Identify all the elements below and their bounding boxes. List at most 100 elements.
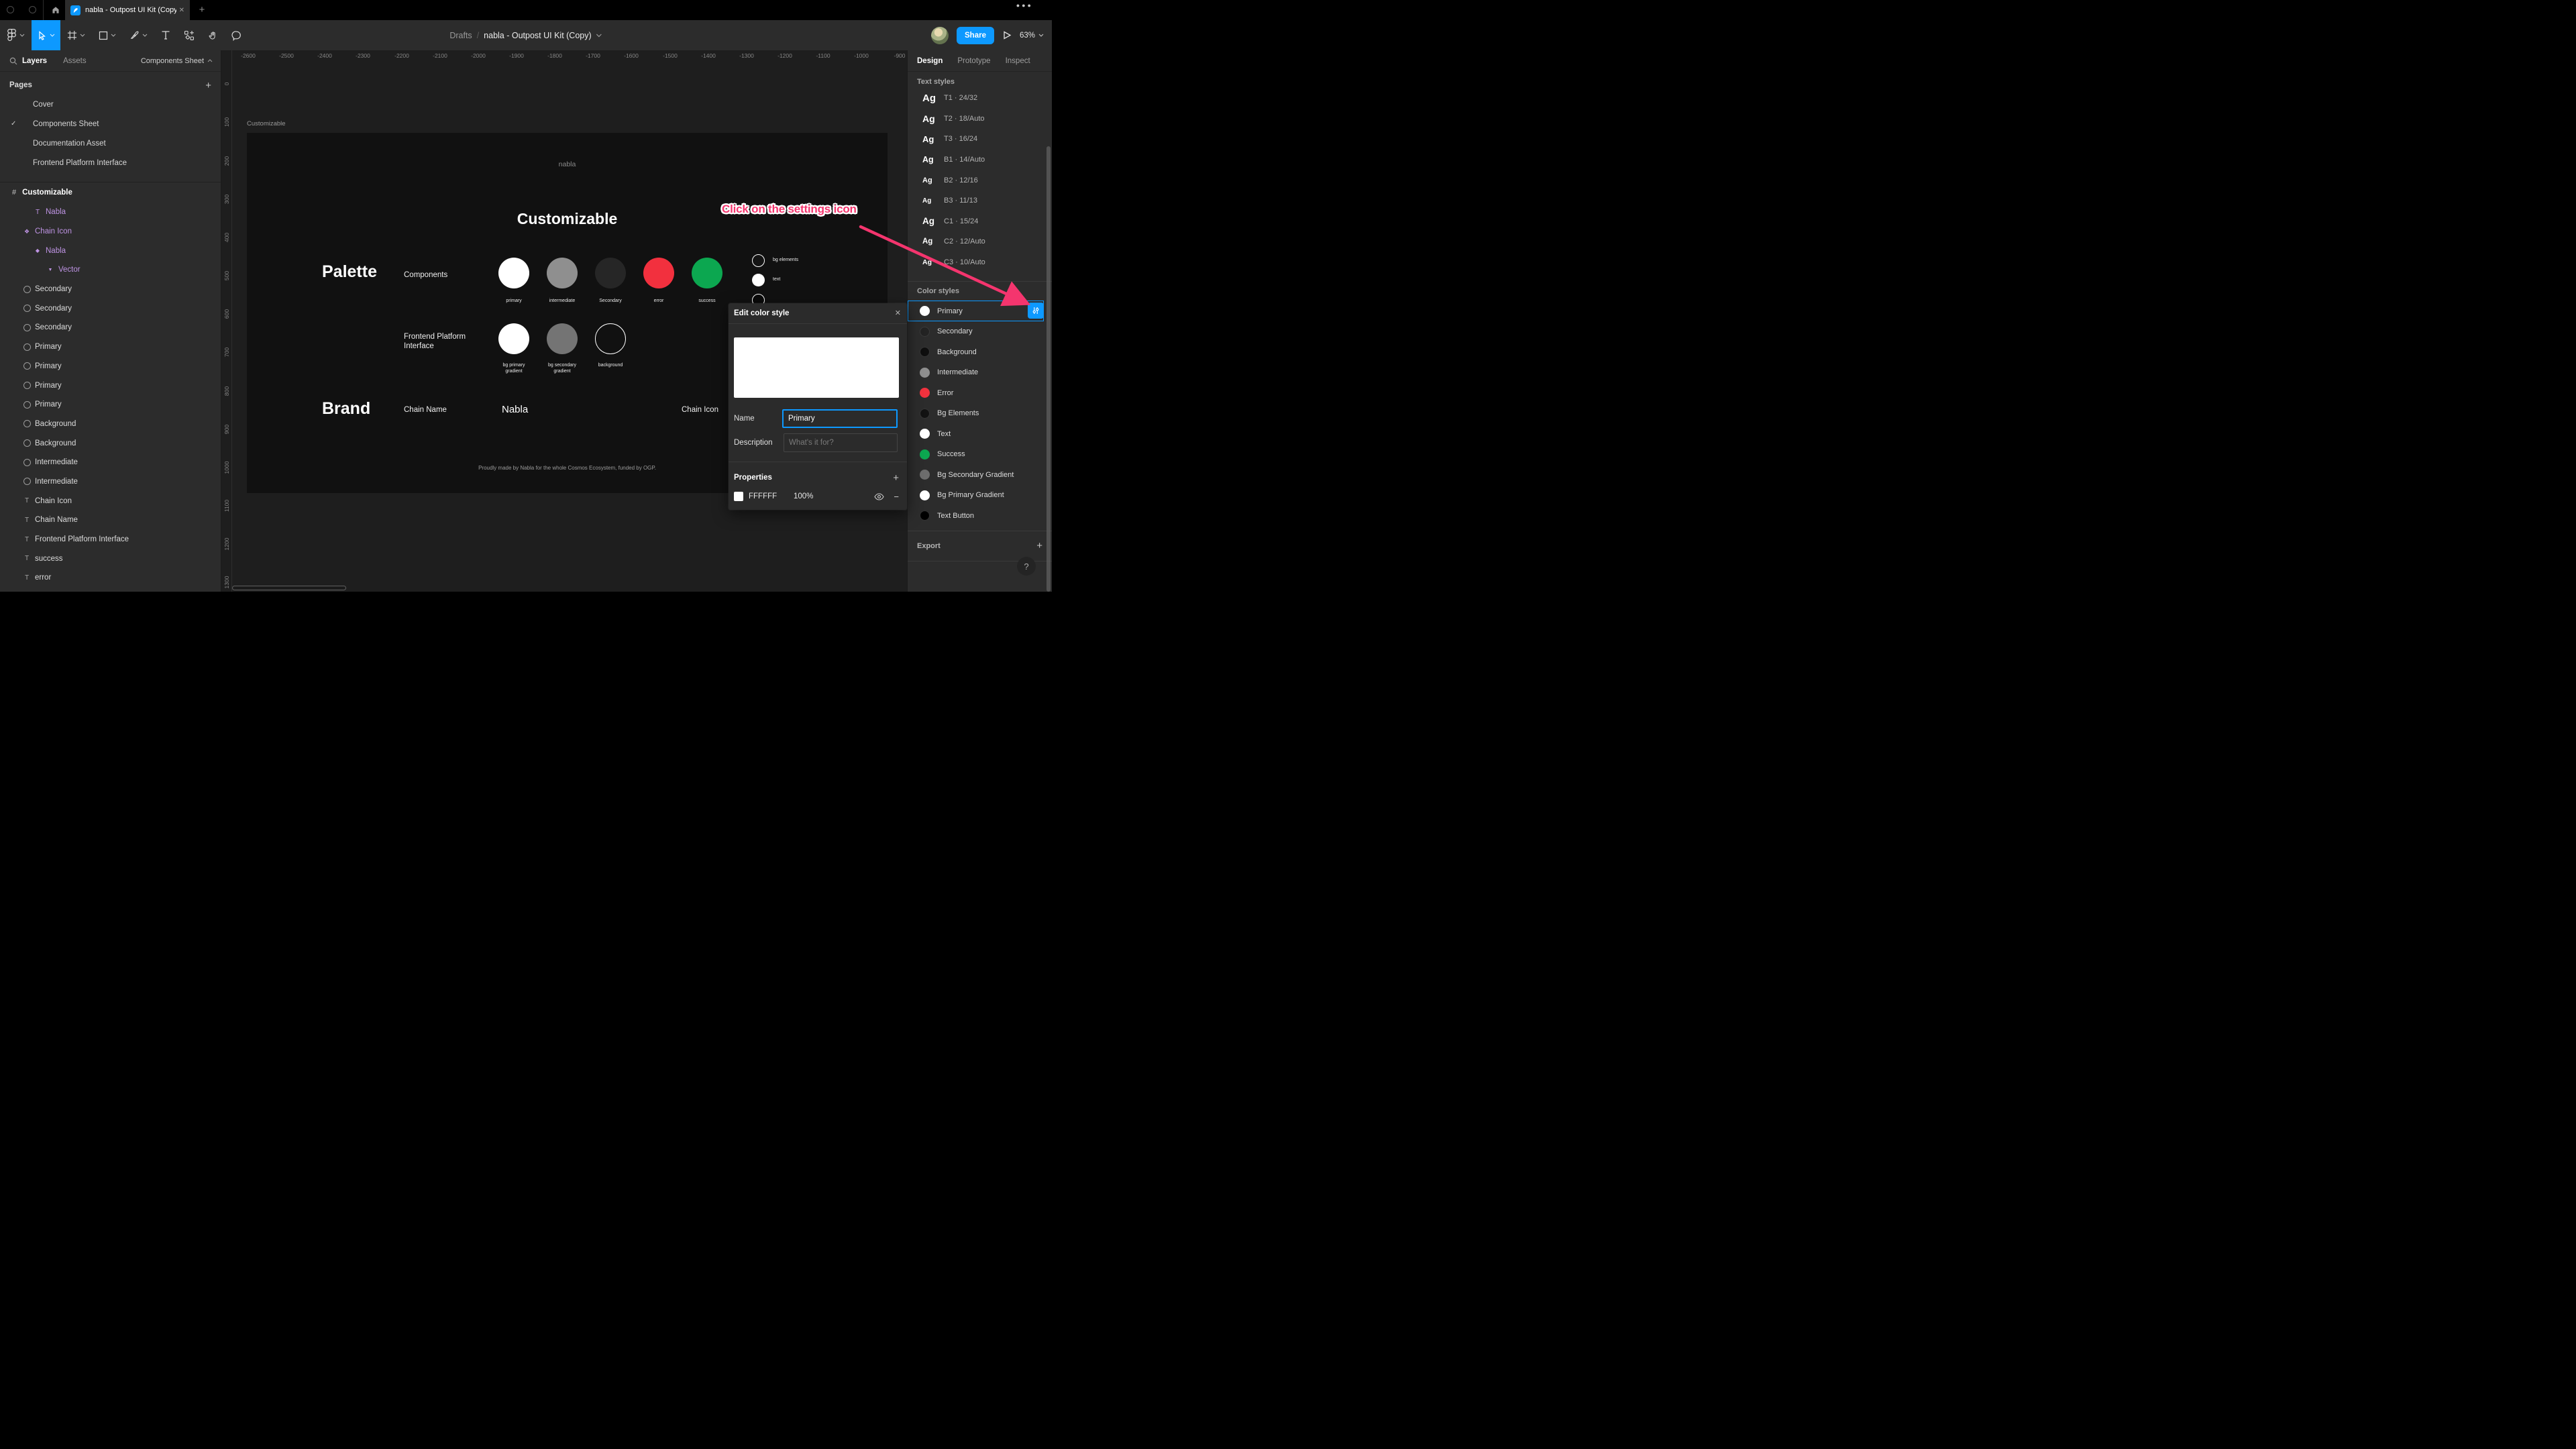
- overflow-menu-icon[interactable]: ●●●: [1016, 2, 1033, 9]
- frame-title-label[interactable]: Customizable: [247, 120, 286, 127]
- text-style-row[interactable]: Ag C1 · 15/24: [908, 211, 1052, 232]
- annotation-text[interactable]: Click on the settings icon: [722, 203, 857, 216]
- vertical-scrollbar[interactable]: [1046, 146, 1051, 592]
- layer-row[interactable]: Nabla: [0, 203, 221, 222]
- color-swatch[interactable]: [498, 323, 529, 354]
- visibility-eye-icon[interactable]: [874, 492, 885, 500]
- color-style-row[interactable]: Error: [908, 382, 1044, 403]
- window-control-icon[interactable]: [7, 6, 14, 13]
- layer-row[interactable]: Intermediate: [0, 453, 221, 472]
- remove-property-button[interactable]: −: [894, 492, 899, 502]
- swatch-label[interactable]: error: [654, 299, 664, 305]
- tab-inspect[interactable]: Inspect: [1006, 57, 1030, 65]
- layer-row[interactable]: Nabla: [0, 241, 221, 260]
- opacity-value[interactable]: 100%: [794, 492, 813, 500]
- layer-row[interactable]: Secondary: [0, 280, 221, 299]
- tab-assets[interactable]: Assets: [63, 57, 87, 65]
- swatch-label[interactable]: text: [773, 277, 780, 282]
- color-swatch[interactable]: [595, 323, 626, 354]
- tab-layers[interactable]: Layers: [22, 57, 47, 65]
- page-row[interactable]: ✓ Documentation Asset: [0, 133, 221, 153]
- text-style-row[interactable]: Ag T1 · 24/32: [908, 88, 1052, 109]
- close-icon[interactable]: ✕: [895, 309, 901, 317]
- share-button[interactable]: Share: [957, 26, 994, 44]
- text-style-row[interactable]: Ag B2 · 12/16: [908, 170, 1052, 191]
- chain-icon-label[interactable]: Chain Icon: [682, 406, 718, 415]
- chain-name-label[interactable]: Chain Name: [404, 406, 447, 415]
- color-style-row[interactable]: Intermediate: [908, 362, 1044, 383]
- style-settings-button[interactable]: [1028, 303, 1044, 319]
- name-input[interactable]: [782, 409, 898, 428]
- search-icon[interactable]: [9, 57, 17, 65]
- layer-row[interactable]: Background: [0, 433, 221, 453]
- frame-list-item[interactable]: # Customizable: [0, 182, 221, 203]
- layer-row[interactable]: Vector: [0, 260, 221, 280]
- new-tab-button[interactable]: +: [195, 3, 209, 17]
- layer-row[interactable]: Secondary: [0, 299, 221, 318]
- layer-row[interactable]: Chain Icon: [0, 222, 221, 241]
- color-swatch[interactable]: [595, 258, 626, 288]
- zoom-control[interactable]: 63%: [1020, 32, 1044, 40]
- window-control-icon[interactable]: [29, 6, 36, 13]
- color-swatch[interactable]: [498, 258, 529, 288]
- color-style-row[interactable]: Bg Primary Gradient: [908, 485, 1044, 506]
- layer-row[interactable]: Intermediate: [0, 472, 221, 492]
- swatch-label[interactable]: intermediate: [549, 299, 576, 305]
- move-tool-button[interactable]: [32, 20, 60, 50]
- frame-tool-button[interactable]: [60, 20, 92, 50]
- color-style-row[interactable]: Success: [908, 444, 1044, 465]
- color-style-row[interactable]: Secondary: [908, 321, 1044, 342]
- hand-tool-button[interactable]: [201, 20, 225, 50]
- page-row[interactable]: ✓ Components Sheet: [0, 114, 221, 133]
- file-tab[interactable]: nabla - Outpost UI Kit (Copy) ✕: [65, 0, 190, 20]
- text-style-row[interactable]: Ag T2 · 18/Auto: [908, 109, 1052, 129]
- page-switcher[interactable]: Components Sheet: [141, 57, 213, 65]
- swatch-label[interactable]: bg elements: [773, 258, 798, 262]
- add-property-button[interactable]: +: [893, 472, 899, 484]
- layer-row[interactable]: error: [0, 568, 221, 588]
- main-menu-button[interactable]: [0, 20, 32, 50]
- property-color-swatch[interactable]: [734, 492, 743, 501]
- color-swatch[interactable]: [547, 323, 578, 354]
- fpi-label[interactable]: Frontend Platform Interface: [404, 333, 466, 351]
- brand-heading[interactable]: Brand: [322, 399, 370, 419]
- text-style-row[interactable]: Ag B3 · 11/13: [908, 191, 1052, 211]
- text-tool-button[interactable]: [154, 20, 177, 50]
- layer-row[interactable]: Primary: [0, 337, 221, 357]
- chevron-down-icon[interactable]: [596, 34, 602, 38]
- layer-row[interactable]: Secondary: [0, 318, 221, 337]
- layer-row[interactable]: Chain Icon: [0, 491, 221, 511]
- color-swatch[interactable]: [643, 258, 674, 288]
- page-row[interactable]: ✓ Frontend Platform Interface: [0, 153, 221, 172]
- text-style-row[interactable]: Ag T3 · 16/24: [908, 129, 1052, 150]
- text-style-row[interactable]: Ag B1 · 14/Auto: [908, 150, 1052, 170]
- color-style-row[interactable]: Primary: [908, 301, 1044, 321]
- home-button[interactable]: [47, 0, 64, 20]
- swatch-label[interactable]: bg secondary gradient: [548, 363, 576, 374]
- color-style-row[interactable]: Text: [908, 423, 1044, 444]
- comment-tool-button[interactable]: [225, 20, 249, 50]
- shape-tool-button[interactable]: [92, 20, 123, 50]
- layer-row[interactable]: success: [0, 549, 221, 568]
- swatch-label[interactable]: success: [698, 299, 715, 305]
- present-button[interactable]: [1002, 30, 1012, 40]
- layer-row[interactable]: Background: [0, 415, 221, 434]
- layer-row[interactable]: Primary: [0, 357, 221, 376]
- components-label[interactable]: Components: [404, 271, 447, 280]
- layer-row[interactable]: Primary: [0, 376, 221, 395]
- avatar[interactable]: [931, 26, 949, 44]
- swatch-label[interactable]: bg primary gradient: [502, 363, 525, 374]
- description-input[interactable]: [784, 433, 898, 452]
- color-style-row[interactable]: Bg Secondary Gradient: [908, 464, 1044, 485]
- color-preview-swatch[interactable]: [734, 337, 899, 398]
- color-swatch[interactable]: [547, 258, 578, 288]
- pen-tool-button[interactable]: [123, 20, 154, 50]
- color-style-row[interactable]: Bg Elements: [908, 403, 1044, 424]
- breadcrumb-file-name[interactable]: nabla - Outpost UI Kit (Copy): [484, 31, 591, 40]
- text-style-row[interactable]: Ag C2 · 12/Auto: [908, 231, 1052, 252]
- add-export-button[interactable]: +: [1036, 540, 1042, 551]
- layer-row[interactable]: Chain Name: [0, 511, 221, 530]
- resources-tool-button[interactable]: [177, 20, 201, 50]
- color-swatch[interactable]: [751, 254, 765, 267]
- color-swatch[interactable]: [751, 273, 765, 286]
